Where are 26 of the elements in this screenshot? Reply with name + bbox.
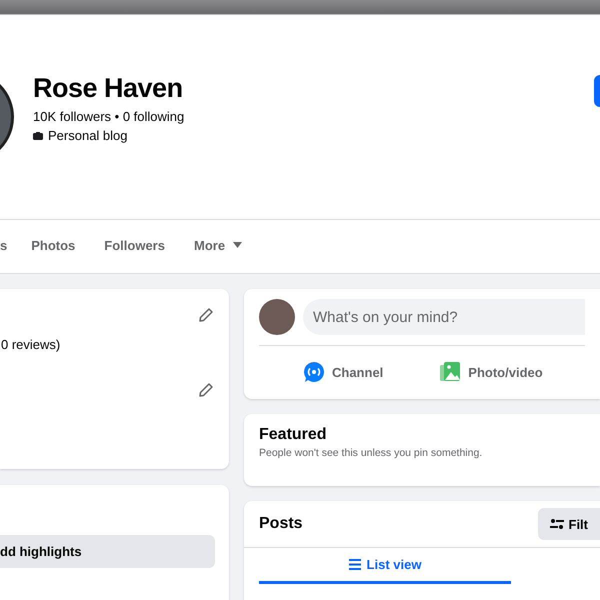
filter-icon — [550, 518, 564, 530]
featured-subtitle: People won't see this unless you pin something. — [259, 447, 484, 459]
profile-tab[interactable]: Followers — [104, 230, 165, 264]
profile-tab[interactable]: s — [0, 230, 8, 264]
featured-title: Featured — [259, 426, 328, 444]
caret-icon — [233, 242, 242, 248]
profile-category: Personal blog — [48, 128, 128, 143]
photo-icon — [439, 361, 462, 383]
composer-action[interactable]: Photo/video — [439, 361, 543, 383]
view-tab[interactable]: List view — [259, 548, 511, 584]
avatar-circle — [259, 299, 295, 335]
edit-icon[interactable] — [198, 382, 214, 398]
composer-action[interactable]: Channel — [303, 361, 384, 383]
posts-title: Posts — [259, 515, 303, 533]
add-highlights-button[interactable]: dd highlights — [0, 535, 215, 568]
profile-tab[interactable]: Photos — [31, 230, 76, 264]
profile-tab[interactable]: More — [194, 230, 242, 264]
follower-stats: 10K followers • 0 following — [33, 109, 184, 124]
broadcast-icon — [303, 361, 325, 383]
profile-name: Rose Haven — [33, 73, 184, 104]
rating-text: 0 reviews) — [1, 337, 62, 352]
post-input-field[interactable]: What's on your mind? — [303, 299, 585, 335]
list-icon — [348, 559, 361, 570]
filter-button[interactable]: Filt — [538, 508, 600, 540]
category-icon — [33, 132, 43, 140]
edit-icon[interactable] — [198, 307, 214, 323]
